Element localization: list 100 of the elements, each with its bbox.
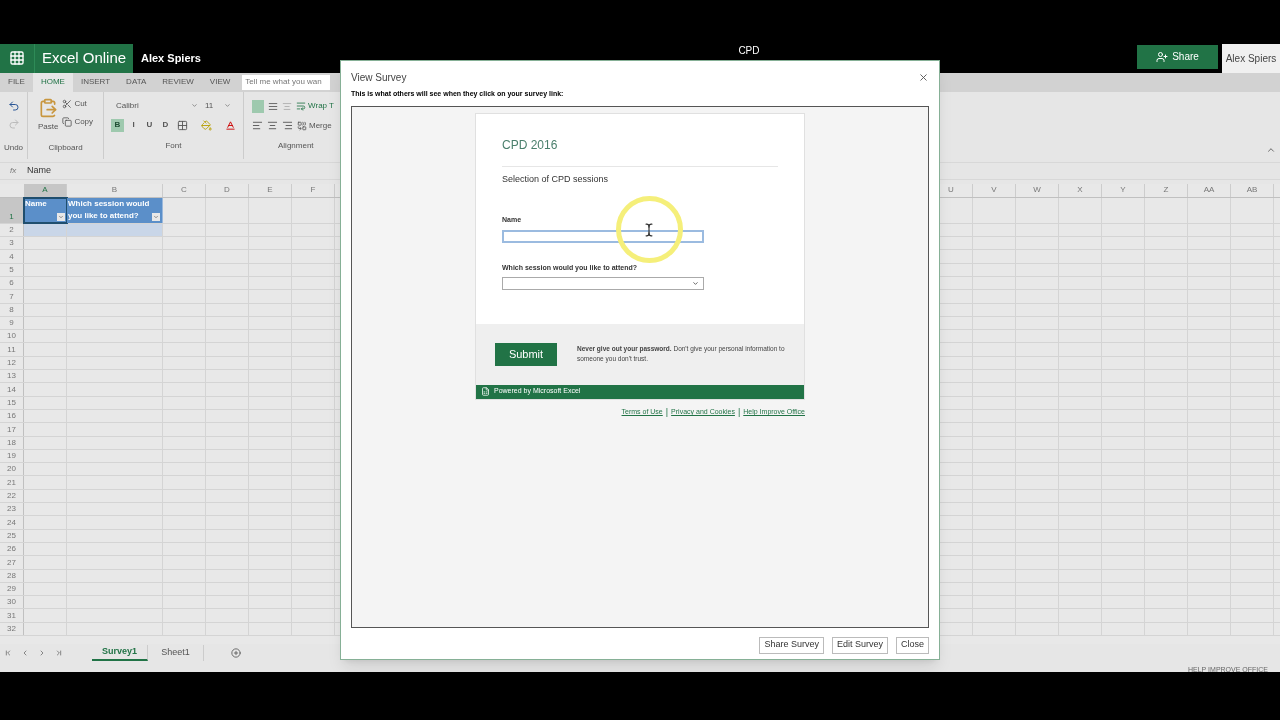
sheet-tab[interactable]: Sheet1	[148, 645, 204, 661]
row-header[interactable]: 15	[0, 396, 24, 409]
column-header[interactable]: B	[67, 183, 163, 197]
row-header[interactable]: 18	[0, 436, 24, 449]
row-header[interactable]: 32	[0, 622, 24, 635]
merge-icon	[297, 120, 307, 131]
column-header[interactable]: A	[24, 183, 67, 197]
previous-sheet-icon[interactable]	[21, 649, 29, 657]
column-header[interactable]: Y	[1102, 183, 1145, 197]
font-style-button[interactable]: I	[127, 118, 140, 132]
align-left-icon[interactable]	[252, 120, 263, 132]
column-header[interactable]: AA	[1188, 183, 1231, 197]
table-header-cell[interactable]: Which session would you like to attend?	[67, 197, 163, 223]
row-header[interactable]: 3	[0, 237, 24, 250]
font-style-button[interactable]: B	[111, 118, 124, 132]
align-right-icon[interactable]	[282, 120, 293, 132]
row-header[interactable]: 25	[0, 529, 24, 542]
copy-button[interactable]: Copy	[62, 115, 94, 128]
group-label: Alignment	[278, 139, 315, 152]
row-header[interactable]: 30	[0, 596, 24, 609]
answer-field[interactable]	[502, 229, 704, 243]
column-header[interactable]: D	[206, 183, 249, 197]
paste-label[interactable]: Paste	[37, 120, 59, 133]
row-header[interactable]: 29	[0, 582, 24, 596]
row-header[interactable]: 9	[0, 316, 24, 330]
row-header[interactable]: 14	[0, 383, 24, 396]
row-header[interactable]: 17	[0, 423, 24, 436]
add-sheet-icon[interactable]	[231, 648, 241, 658]
share-icon	[1156, 50, 1169, 63]
row-header[interactable]: 13	[0, 370, 24, 383]
filter-button[interactable]	[152, 212, 160, 221]
account-name[interactable]: Alex Spiers	[1222, 44, 1280, 73]
row-header[interactable]: 19	[0, 449, 24, 463]
column-header[interactable]: W	[1016, 183, 1059, 197]
row-header[interactable]: 5	[0, 263, 24, 276]
column-header[interactable]: C	[163, 183, 206, 197]
redo-icon[interactable]	[7, 117, 20, 130]
dialog-button[interactable]: Edit Survey	[831, 636, 888, 654]
row-header[interactable]: 27	[0, 556, 24, 569]
caret-icon	[224, 102, 231, 110]
caret-icon	[191, 102, 198, 110]
row-header[interactable]: 22	[0, 489, 24, 503]
first-sheet-icon[interactable]	[4, 649, 12, 657]
tell-me-field[interactable]: Tell me what you wan	[242, 74, 331, 90]
row-header[interactable]: 7	[0, 290, 24, 303]
row-header[interactable]: 21	[0, 476, 24, 489]
font-name-dropdown[interactable]: Calibri	[114, 99, 200, 112]
row-header[interactable]: 6	[0, 277, 24, 290]
fill-color-icon[interactable]	[201, 119, 212, 131]
column-header[interactable]: V	[973, 183, 1016, 197]
survey-title: CPD 2016	[502, 136, 559, 154]
answer-dropdown[interactable]	[502, 277, 704, 290]
ribbon-tab[interactable]: VIEW	[201, 72, 239, 92]
row-header[interactable]: 26	[0, 542, 24, 556]
row-header[interactable]: 20	[0, 463, 24, 476]
borders-icon[interactable]	[177, 119, 188, 131]
row-header[interactable]: 12	[0, 356, 24, 370]
font-style-button[interactable]: U	[143, 118, 156, 132]
column-header[interactable]: Z	[1145, 183, 1188, 197]
table-header-cell[interactable]: Name	[24, 197, 67, 223]
undo-icon[interactable]	[7, 99, 20, 112]
font-color-icon[interactable]	[225, 119, 236, 131]
column-header[interactable]: F	[292, 183, 335, 197]
column-header[interactable]: X	[1059, 183, 1102, 197]
row-header[interactable]: 1	[0, 197, 24, 223]
paste-icon[interactable]	[38, 97, 59, 118]
filter-button[interactable]	[57, 212, 65, 221]
align-center-icon[interactable]	[267, 120, 278, 132]
row-header[interactable]: 8	[0, 303, 24, 316]
cut-button[interactable]: Cut	[62, 97, 94, 110]
ribbon-tab[interactable]: FILE	[0, 72, 33, 92]
share-button[interactable]: Share	[1137, 45, 1218, 69]
font-size-dropdown[interactable]: 11	[203, 99, 233, 112]
survey-description: Selection of CPD sessions	[502, 172, 610, 186]
row-header[interactable]: 10	[0, 330, 24, 343]
font-style-button[interactable]: D	[159, 118, 172, 132]
row-header[interactable]: 11	[0, 343, 24, 356]
row-header[interactable]: 24	[0, 516, 24, 529]
dialog-button[interactable]: Close	[896, 636, 929, 654]
row-header[interactable]: 4	[0, 250, 24, 263]
dialog-button[interactable]: Share Survey	[759, 636, 824, 654]
close-icon[interactable]	[918, 72, 929, 83]
next-sheet-icon[interactable]	[38, 649, 46, 657]
column-header[interactable]: E	[249, 183, 292, 197]
last-sheet-icon[interactable]	[55, 649, 63, 657]
sheet-tab[interactable]: Survey1	[92, 645, 148, 661]
ribbon-tab[interactable]: INSERT	[72, 72, 119, 92]
row-header[interactable]: 31	[0, 609, 24, 622]
row-header[interactable]: 16	[0, 409, 24, 423]
column-header[interactable]: AB	[1231, 183, 1274, 197]
app-launcher-button[interactable]	[0, 44, 34, 73]
row-header[interactable]: 23	[0, 503, 24, 516]
row-header[interactable]: 28	[0, 569, 24, 582]
cut-icon	[62, 98, 73, 109]
align-middle-icon[interactable]	[267, 100, 278, 112]
wrap-text-button[interactable]: Wrap T	[296, 100, 334, 113]
ribbon-tab[interactable]: REVIEW	[154, 72, 202, 92]
merge-button[interactable]: Merge	[297, 119, 332, 132]
ribbon-tab[interactable]: DATA	[118, 72, 155, 92]
submit-button[interactable]: Submit	[495, 342, 557, 366]
